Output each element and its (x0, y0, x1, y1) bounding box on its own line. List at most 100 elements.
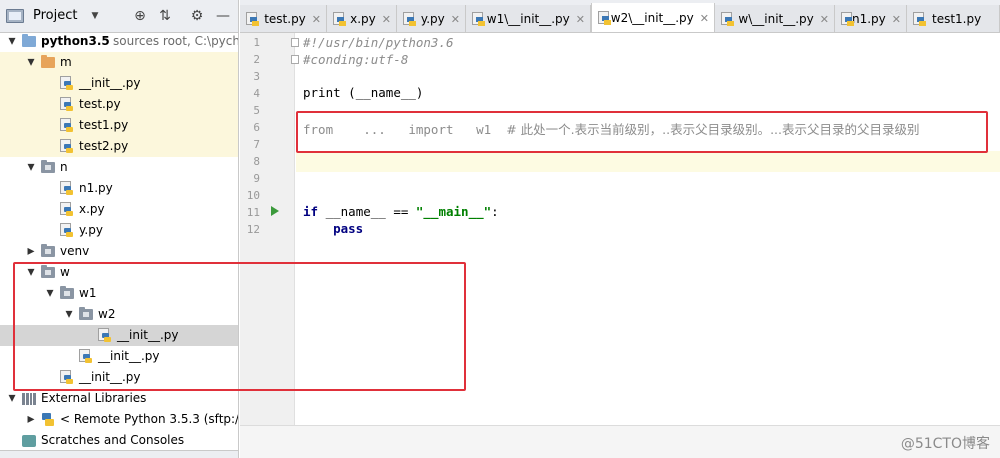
chevron-down-icon[interactable]: ▾ (44, 283, 56, 304)
tab-w2-init-py[interactable]: w2\__init__.py ✕ (591, 3, 715, 32)
tree-item-m-test[interactable]: test.py (0, 94, 238, 115)
tree-item-label: n (60, 160, 68, 174)
tree-item-extlib[interactable]: ▾ External Libraries (0, 388, 238, 409)
line-number: 6 (253, 121, 260, 134)
tree-item-m[interactable]: ▾ m (0, 52, 238, 73)
tree-item-n-n1[interactable]: n1.py (0, 178, 238, 199)
tree-item-label: y.py (79, 223, 103, 237)
line-number: 8 (253, 155, 260, 168)
tree-item-python35[interactable]: ▾ python3.5 sources root, C:\pych (0, 31, 238, 52)
collapse-all-icon[interactable]: ⇅ (157, 8, 173, 24)
tree-item-w1[interactable]: ▾ w1 (0, 283, 238, 304)
tree-item-m-init[interactable]: __init__.py (0, 73, 238, 94)
tab-label: n1.py (852, 12, 886, 26)
tree-item-label: w1 (79, 286, 97, 300)
tree-item-label: External Libraries (41, 391, 147, 405)
project-view-selector[interactable]: Project ▼ (6, 8, 98, 23)
line-number: 5 (253, 104, 260, 117)
chevron-down-icon[interactable]: ▾ (6, 388, 18, 409)
target-icon[interactable]: ⊕ (132, 8, 148, 24)
python-file-icon (60, 76, 74, 91)
run-icon[interactable] (271, 206, 279, 216)
tree-item-label: __init__.py (79, 370, 141, 384)
tree-item-w2-init[interactable]: __init__.py (0, 325, 238, 346)
folder-icon (22, 34, 36, 47)
folder-icon (41, 55, 55, 68)
tab-label: y.py (420, 12, 445, 26)
tree-item-m-test1[interactable]: test1.py (0, 115, 238, 136)
close-icon[interactable]: ✕ (451, 13, 460, 26)
code-line-11: if __name__ == "__main__": (303, 204, 499, 219)
chevron-down-icon[interactable]: ▾ (25, 262, 37, 283)
main-string: "__main__" (415, 204, 492, 219)
python-file-icon (60, 139, 74, 154)
chevron-down-icon[interactable]: ▾ (6, 31, 18, 52)
tree-item-n-x[interactable]: x.py (0, 199, 238, 220)
tree-item-label: python3.5 (41, 34, 110, 48)
tree-item-label: test1.py (79, 118, 129, 132)
tab-x-py[interactable]: x.py ✕ (327, 5, 397, 32)
close-icon[interactable]: ✕ (820, 13, 829, 26)
tab-label: w1\__init__.py (486, 12, 570, 26)
gear-icon[interactable]: ⚙ (189, 8, 205, 24)
line-number: 7 (253, 138, 260, 151)
python-file-icon (60, 118, 74, 133)
tree-item-w-init[interactable]: __init__.py (0, 367, 238, 388)
python-file-icon (60, 370, 74, 385)
tree-item-scratches[interactable]: Scratches and Consoles (0, 430, 238, 451)
close-icon[interactable]: ✕ (700, 12, 709, 25)
tab-y-py[interactable]: y.py ✕ (397, 5, 466, 32)
tree-item-w[interactable]: ▾ w (0, 262, 238, 283)
close-icon[interactable]: ✕ (382, 13, 391, 26)
project-toolbar: Project ▼ ⊕ ⇅ ⚙ — (0, 0, 238, 33)
python-file-icon (333, 11, 346, 27)
code-line-2: #conding:utf-8 (303, 52, 408, 67)
tree-item-w1-init[interactable]: __init__.py (0, 346, 238, 367)
python-file-icon (913, 11, 927, 27)
fold-marker[interactable] (291, 38, 299, 47)
tab-n1-py[interactable]: n1.py ✕ (835, 5, 907, 32)
chevron-down-icon[interactable]: ▾ (25, 52, 37, 73)
line-number: 4 (253, 87, 260, 100)
tab-w1-init-py[interactable]: w1\__init__.py ✕ (466, 5, 591, 32)
line-number: 2 (253, 53, 260, 66)
code-line-12: pass (303, 221, 363, 236)
chevron-right-icon[interactable]: ▸ (25, 241, 37, 262)
line-number: 11 (246, 206, 260, 219)
chevron-right-icon[interactable]: ▸ (25, 409, 37, 430)
tab-w-init-py[interactable]: w\__init__.py ✕ (715, 5, 835, 32)
python-file-icon (60, 202, 74, 217)
close-icon[interactable]: ✕ (576, 13, 585, 26)
shebang-comment: #!/usr/bin/python3.6 (303, 35, 454, 50)
library-icon (22, 393, 36, 405)
tree-item-n-y[interactable]: y.py (0, 220, 238, 241)
close-icon[interactable]: ✕ (892, 13, 901, 26)
encoding-comment: #conding:utf-8 (303, 52, 409, 67)
tab-test1-py[interactable]: test1.py (907, 5, 1000, 32)
line-number: 9 (253, 172, 260, 185)
folder-icon (41, 244, 55, 257)
hide-icon[interactable]: — (215, 8, 231, 24)
folder-icon (60, 286, 74, 299)
code-line-1: #!/usr/bin/python3.6 (303, 35, 454, 50)
chevron-down-icon[interactable]: ▾ (25, 157, 37, 178)
fold-marker[interactable] (291, 55, 299, 64)
tab-test-py[interactable]: test.py ✕ (240, 5, 327, 32)
tree-item-m-test2[interactable]: test2.py (0, 136, 238, 157)
tree-item-venv[interactable]: ▸ venv (0, 241, 238, 262)
colon: : (491, 204, 499, 219)
editor-tabs: test.py ✕ x.py ✕ y.py ✕ w1\__init__.py ✕ w2\__in… (240, 0, 1000, 33)
tree-item-remote[interactable]: ▸ < Remote Python 3.5.3 (sftp:// (0, 409, 238, 430)
tree-item-w2[interactable]: ▾ w2 (0, 304, 238, 325)
project-icon (6, 8, 24, 23)
tree-item-label: venv (60, 244, 90, 258)
close-icon[interactable]: ✕ (312, 13, 321, 26)
python-file-icon (721, 11, 734, 27)
tree-item-label: m (60, 55, 72, 69)
tab-label: w2\__init__.py (610, 11, 694, 25)
import-comment: # 此处一个.表示当前级别，..表示父目录级别。...表示父目录的父目录级别 (506, 122, 920, 137)
tree-item-n[interactable]: ▾ n (0, 157, 238, 178)
chevron-down-icon[interactable]: ▾ (63, 304, 75, 325)
python-file-icon (98, 328, 112, 343)
watermark: @51CTO博客 (900, 436, 990, 452)
